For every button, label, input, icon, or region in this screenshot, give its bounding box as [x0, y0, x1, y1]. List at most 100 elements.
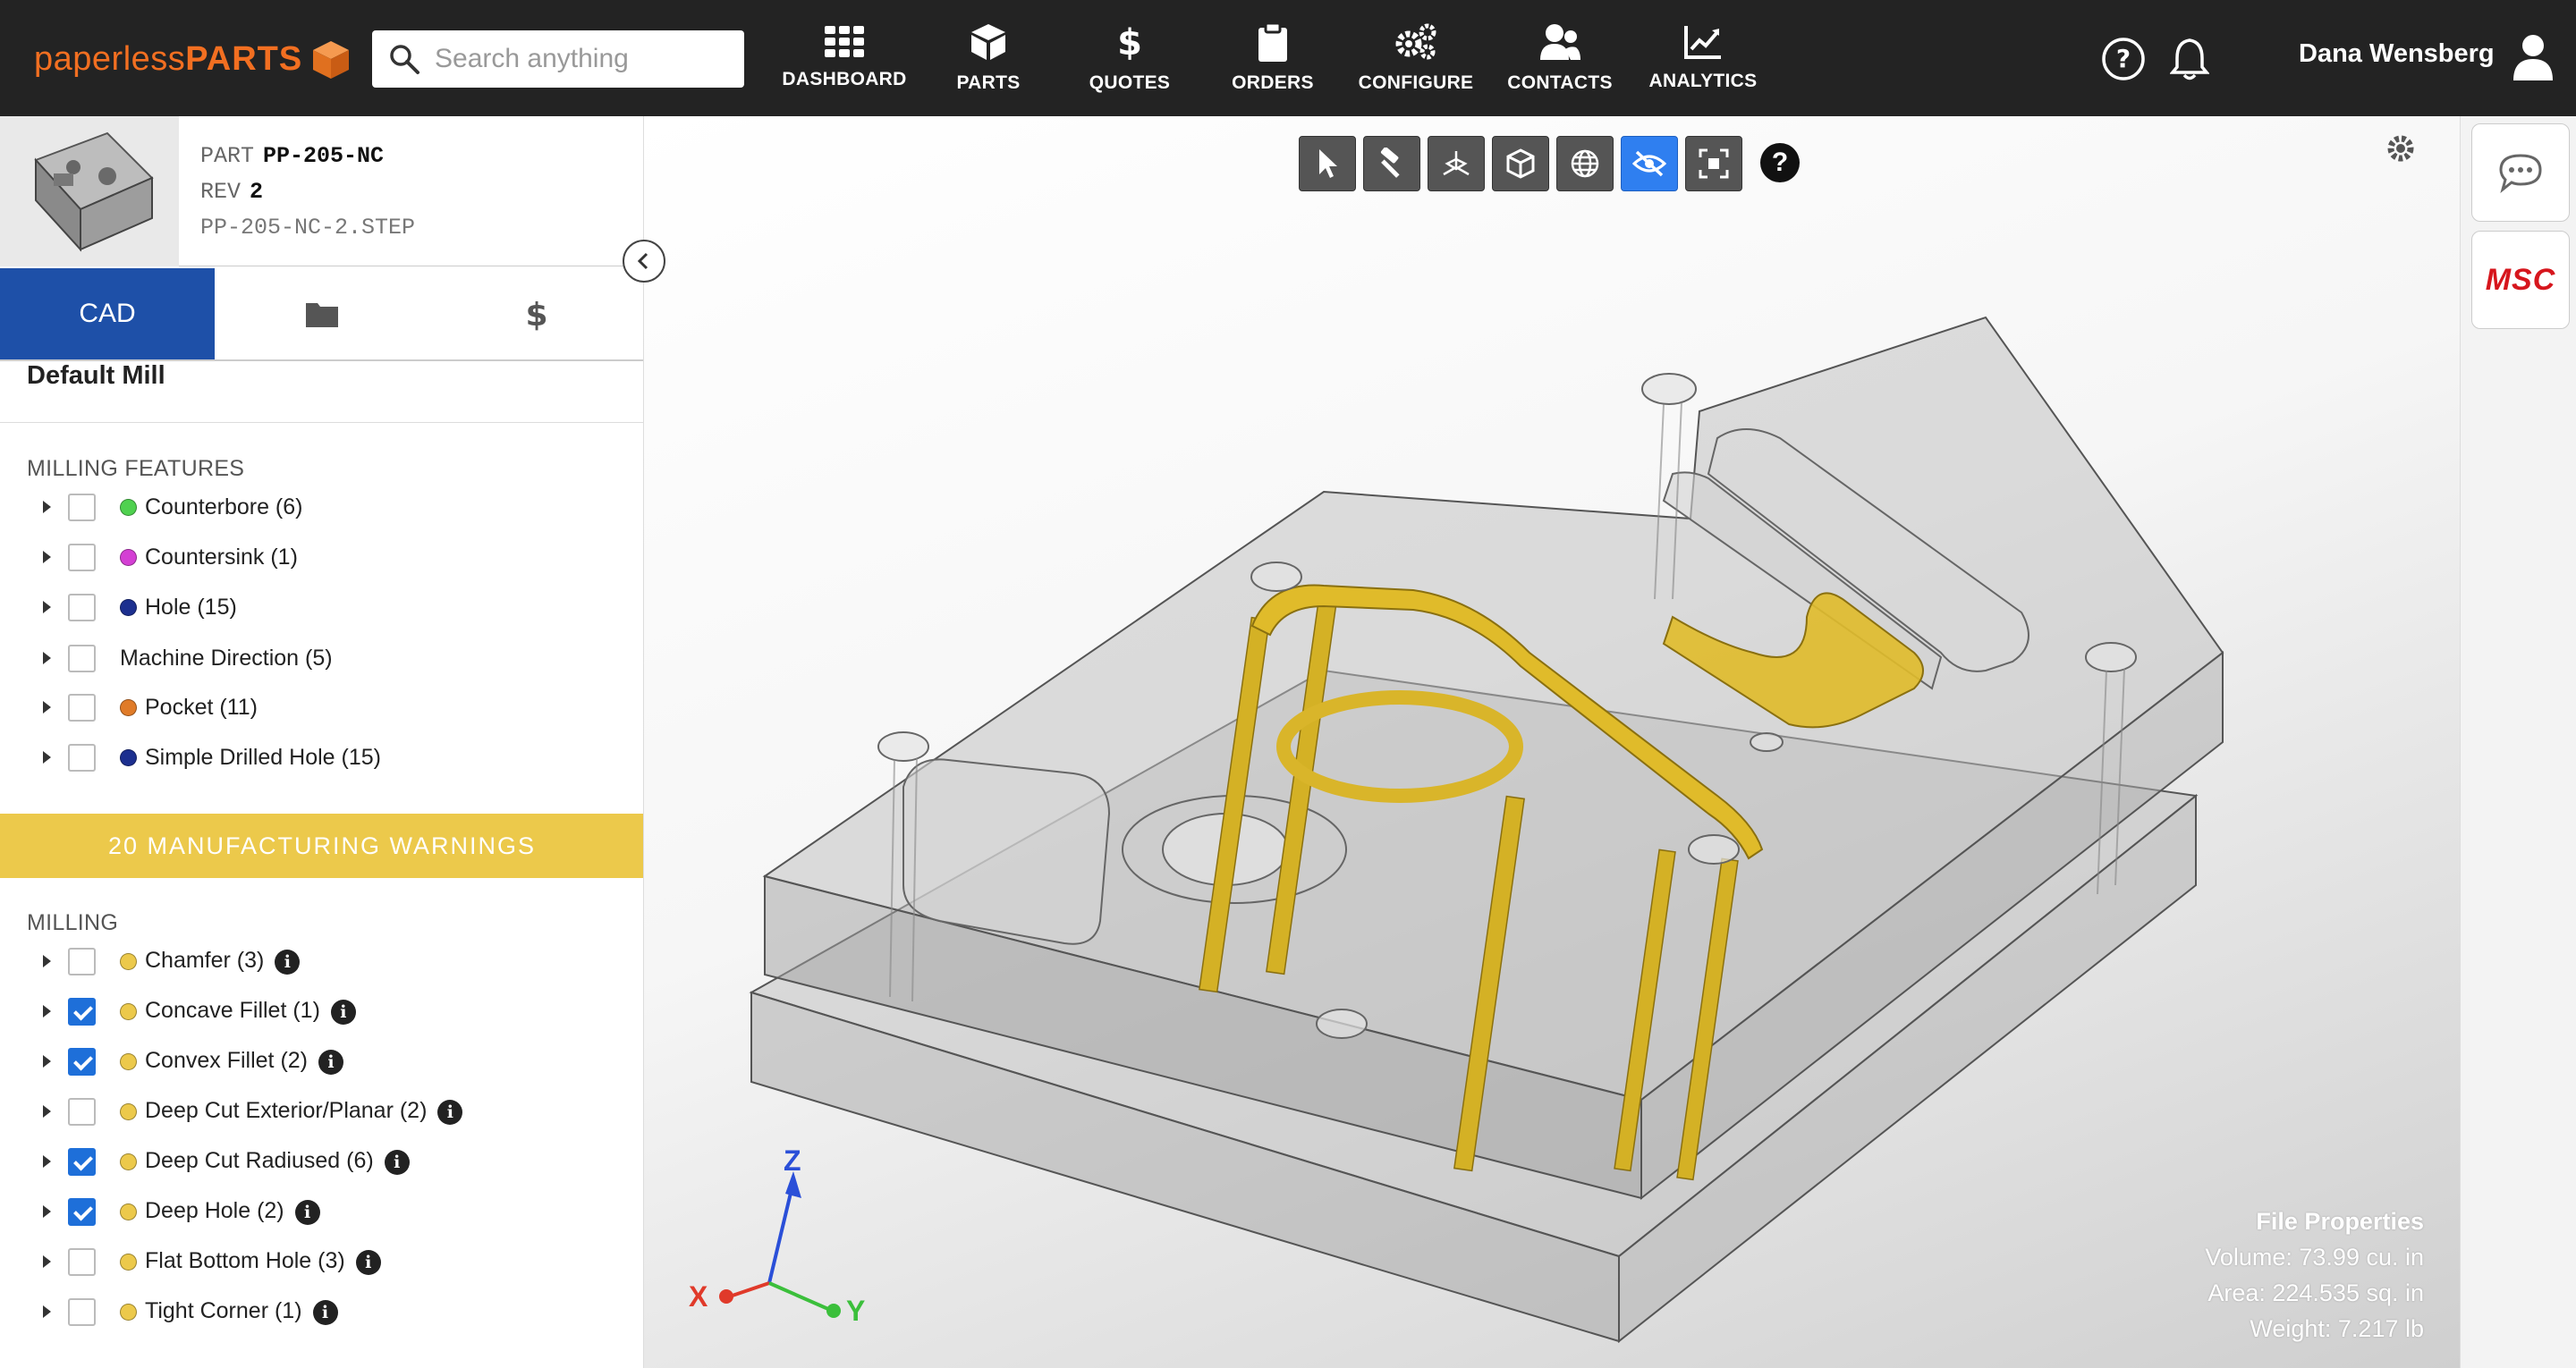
tab-files[interactable] [215, 268, 429, 359]
user-menu[interactable] [2510, 34, 2556, 80]
expand-caret-icon[interactable] [43, 701, 51, 714]
expand-caret-icon[interactable] [43, 1255, 51, 1268]
warning-label-wrap: Deep Cut Radiused (6) i [145, 1148, 410, 1175]
expand-caret-icon[interactable] [43, 1155, 51, 1168]
cad-viewer[interactable]: ? Z X Y File Properties Volume: 73.99 cu… [644, 116, 2460, 1368]
expand-caret-icon[interactable] [43, 1305, 51, 1318]
tab-pricing[interactable]: $ [429, 268, 643, 359]
chevron-left-icon [637, 252, 648, 270]
info-icon[interactable]: i [384, 1149, 410, 1175]
chat-icon [2499, 154, 2542, 193]
expand-caret-icon[interactable] [43, 1055, 51, 1068]
warning-row-concave-fillet[interactable]: Concave Fillet (1) i [0, 989, 643, 1034]
nav-parts[interactable]: PARTS [948, 0, 1029, 116]
brand-name-part1: paperless [34, 39, 186, 78]
expand-caret-icon[interactable] [43, 551, 51, 563]
info-icon[interactable]: i [312, 1299, 338, 1325]
user-icon [2513, 35, 2553, 80]
search-box[interactable] [372, 30, 744, 88]
msc-integration-button[interactable]: MSC [2471, 231, 2570, 329]
nav-analytics[interactable]: ANALYTICS [1646, 0, 1760, 116]
process-title: Default Mill [27, 361, 165, 390]
feature-checkbox[interactable] [68, 493, 96, 521]
warning-checkbox[interactable] [68, 1297, 96, 1326]
info-icon[interactable]: i [330, 999, 356, 1025]
warning-row-tight-corner[interactable]: Tight Corner (1) i [0, 1289, 643, 1334]
help-button[interactable]: ? [2100, 36, 2147, 82]
feature-row-simple-drilled-hole[interactable]: Simple Drilled Hole (15) [0, 735, 643, 780]
nav-label: CONFIGURE [1358, 72, 1474, 93]
search-input[interactable] [433, 43, 719, 75]
expand-caret-icon[interactable] [43, 501, 51, 513]
warning-label: Deep Hole (2) [145, 1198, 284, 1224]
warning-checkbox[interactable] [68, 1147, 96, 1176]
feature-row-machine-direction[interactable]: Machine Direction (5) [0, 636, 643, 680]
warning-checkbox[interactable] [68, 1197, 96, 1226]
svg-text:?: ? [2116, 44, 2131, 73]
warning-row-chamfer[interactable]: Chamfer (3) i [0, 939, 643, 984]
expand-caret-icon[interactable] [43, 1105, 51, 1118]
warning-color-dot [120, 1303, 137, 1321]
warning-row-convex-fillet[interactable]: Convex Fillet (2) i [0, 1039, 643, 1084]
info-icon[interactable]: i [355, 1249, 381, 1275]
nav-configure[interactable]: CONFIGURE [1358, 0, 1474, 116]
revision-line: REV 2 [200, 179, 263, 205]
warning-color-dot [120, 1052, 137, 1070]
warning-checkbox[interactable] [68, 1047, 96, 1076]
warning-label-wrap: Concave Fillet (1) i [145, 998, 356, 1025]
feature-checkbox[interactable] [68, 743, 96, 772]
nav-contacts[interactable]: CONTACTS [1506, 0, 1614, 116]
warning-row-deep-cut-radiused[interactable]: Deep Cut Radiused (6) i [0, 1139, 643, 1184]
user-name[interactable]: Dana Wensberg [2299, 39, 2495, 69]
feature-row-hole[interactable]: Hole (15) [0, 585, 643, 629]
nav-quotes[interactable]: $ QUOTES [1089, 0, 1170, 116]
expand-caret-icon[interactable] [43, 1005, 51, 1018]
warning-checkbox[interactable] [68, 1247, 96, 1276]
feature-label: Machine Direction (5) [120, 645, 333, 671]
expand-caret-icon[interactable] [43, 751, 51, 764]
feature-color-dot [120, 698, 137, 716]
feature-row-pocket[interactable]: Pocket (11) [0, 685, 643, 730]
tab-cad[interactable]: CAD [0, 268, 215, 359]
feature-color-dot [120, 498, 137, 516]
info-icon[interactable]: i [318, 1049, 343, 1075]
expand-caret-icon[interactable] [43, 601, 51, 613]
chat-button[interactable] [2471, 123, 2570, 222]
part-3d-model[interactable] [644, 116, 2460, 1368]
nav-label: DASHBOARD [782, 69, 907, 89]
warning-row-deep-cut-exterior[interactable]: Deep Cut Exterior/Planar (2) i [0, 1089, 643, 1134]
warning-row-deep-hole[interactable]: Deep Hole (2) i [0, 1189, 643, 1234]
axis-label-y: Y [846, 1295, 866, 1327]
expand-caret-icon[interactable] [43, 652, 51, 664]
collapse-sidebar-button[interactable] [623, 240, 665, 283]
feature-checkbox[interactable] [68, 543, 96, 571]
part-thumbnail-image [34, 131, 154, 252]
info-icon[interactable]: i [437, 1099, 463, 1125]
feature-row-counterbore[interactable]: Counterbore (6) [0, 485, 643, 529]
warning-label: Chamfer (3) [145, 948, 265, 974]
revision-key: REV [200, 179, 242, 205]
info-icon[interactable]: i [275, 949, 301, 975]
feature-checkbox[interactable] [68, 693, 96, 722]
warning-checkbox[interactable] [68, 1097, 96, 1126]
nav-orders[interactable]: ORDERS [1232, 0, 1314, 116]
info-icon[interactable]: i [294, 1199, 320, 1225]
part-thumbnail[interactable] [0, 116, 179, 266]
expand-caret-icon[interactable] [43, 955, 51, 967]
feature-checkbox[interactable] [68, 593, 96, 621]
warning-checkbox[interactable] [68, 997, 96, 1026]
manufacturing-warnings-banner[interactable]: 20 MANUFACTURING WARNINGS [0, 814, 643, 878]
brand-logo[interactable]: paperless PARTS [34, 34, 352, 84]
nav-dashboard[interactable]: DASHBOARD [782, 0, 907, 116]
feature-checkbox[interactable] [68, 644, 96, 672]
warning-row-flat-bottom-hole[interactable]: Flat Bottom Hole (3) i [0, 1239, 643, 1284]
warning-checkbox[interactable] [68, 947, 96, 975]
question-circle-icon: ? [2102, 38, 2145, 80]
notifications-button[interactable] [2166, 36, 2213, 82]
feature-color-dot [120, 748, 137, 766]
feature-color-dot [120, 598, 137, 616]
expand-caret-icon[interactable] [43, 1205, 51, 1218]
feature-row-countersink[interactable]: Countersink (1) [0, 535, 643, 579]
warning-color-dot [120, 1203, 137, 1220]
top-navbar: paperlessPARTS DASHBOARD PARTS $ QUOTES … [0, 0, 2576, 116]
